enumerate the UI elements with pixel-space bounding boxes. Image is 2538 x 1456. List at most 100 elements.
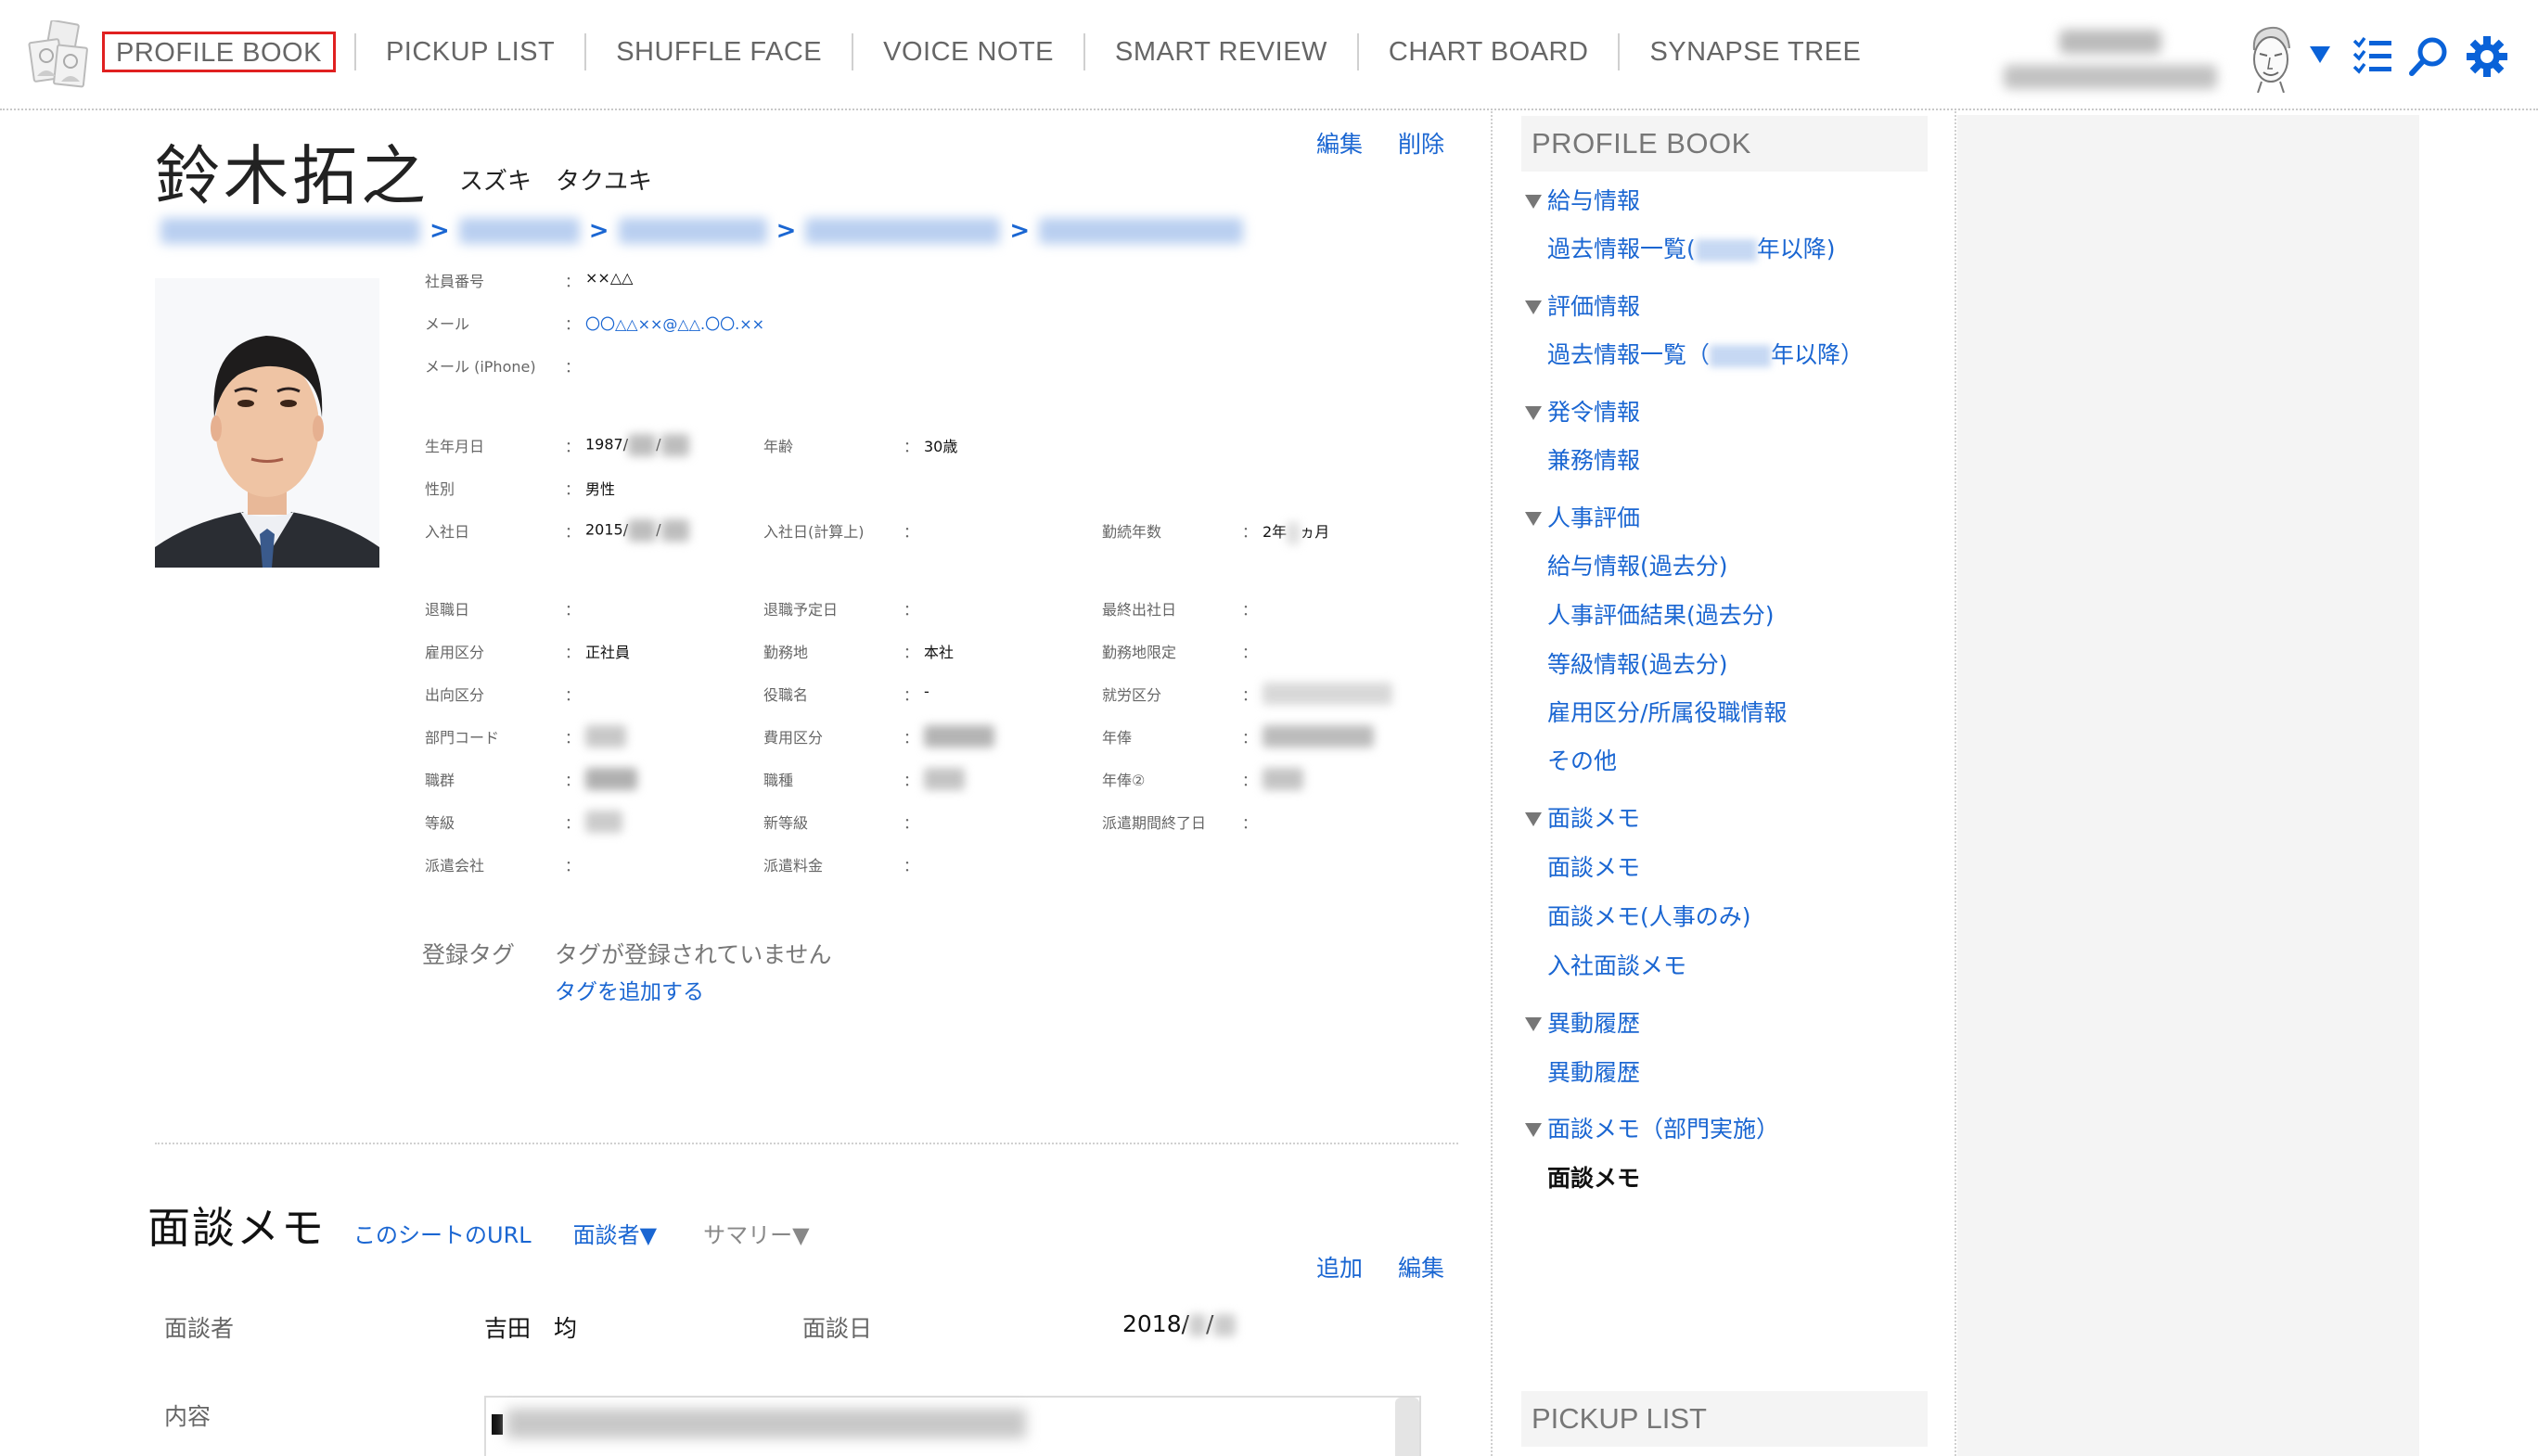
field-label: メール (iPhone) <box>425 358 536 376</box>
side-group-evaluation[interactable]: 評価情報 <box>1521 288 1640 322</box>
field-label: 年俸 <box>1102 729 1133 747</box>
delete-profile-link[interactable]: 削除 <box>1398 131 1444 158</box>
user-menu-caret-icon[interactable] <box>2310 46 2330 63</box>
side-group-salary[interactable]: 給与情報 <box>1521 183 1640 216</box>
field-job-group: 職群 ： <box>425 768 637 790</box>
breadcrumb-item-redacted[interactable] <box>160 218 420 244</box>
sheet-url-link[interactable]: このシートのURL <box>353 1217 532 1249</box>
breadcrumb-item-redacted[interactable] <box>458 218 580 244</box>
column-divider <box>1491 111 1493 1456</box>
field-dispatch-fee: 派遣料金 ： <box>763 853 924 875</box>
field-label: 勤続年数 <box>1102 523 1162 541</box>
collapse-triangle-icon <box>1525 511 1542 526</box>
field-label: メール <box>425 315 470 333</box>
side-item-employment-position[interactable]: 雇用区分/所属役職情報 <box>1547 695 1787 728</box>
side-group-dept-interview-memo[interactable]: 面談メモ（部門実施） <box>1521 1111 1779 1144</box>
interview-date-label: 面談日 <box>802 1315 873 1342</box>
nav-smart-review[interactable]: SMART REVIEW <box>1104 32 1339 72</box>
nav-profile-book[interactable]: PROFILE BOOK <box>102 32 336 72</box>
side-item-concurrent-post[interactable]: 兼務情報 <box>1547 442 1640 476</box>
field-value-redacted <box>924 768 965 790</box>
checklist-icon[interactable] <box>2352 35 2394 78</box>
nav-synapse-tree[interactable]: SYNAPSE TREE <box>1638 32 1872 72</box>
employee-photo <box>155 278 379 568</box>
nav-chart-board[interactable]: CHART BOARD <box>1378 32 1600 72</box>
field-label: 出向区分 <box>425 686 485 704</box>
edit-profile-link[interactable]: 編集 <box>1316 131 1363 158</box>
main-nav: PROFILE BOOK PICKUP LIST SHUFFLE FACE VO… <box>102 32 1872 72</box>
side-group-appointment[interactable]: 発令情報 <box>1521 394 1640 428</box>
field-employment-type: 雇用区分 ： 正社員 <box>425 640 630 662</box>
field-retire-plan: 退職予定日 ： <box>763 597 924 619</box>
nav-pickup-list[interactable]: PICKUP LIST <box>375 32 566 72</box>
nav-divider <box>852 33 854 70</box>
side-item-evaluation-history[interactable]: 過去情報一覧（ 年以降） <box>1547 337 1864 370</box>
user-avatar-icon[interactable] <box>2245 22 2297 93</box>
tags-empty-text: タグが登録されていません <box>555 941 832 968</box>
column-divider <box>1955 111 1956 1456</box>
memo-bullet <box>492 1414 503 1435</box>
field-dept-code: 部門コード ： <box>425 725 626 747</box>
field-value: ××△△ <box>585 269 634 287</box>
search-icon[interactable] <box>2407 35 2450 78</box>
side-item-salary-history[interactable]: 過去情報一覧(年以降) <box>1547 231 1836 264</box>
add-tag-link[interactable]: タグを追加する <box>555 974 704 1005</box>
field-email: メール ： 〇〇△△××@△△.〇〇.×× <box>425 312 764 334</box>
nav-voice-note[interactable]: VOICE NOTE <box>872 32 1065 72</box>
side-item-interview-memo-hr[interactable]: 面談メモ(人事のみ) <box>1547 899 1751 932</box>
field-dispatch-company: 派遣会社 ： <box>425 853 585 875</box>
edit-memo-link[interactable]: 編集 <box>1398 1255 1444 1282</box>
field-label: 入社日 <box>425 523 470 541</box>
field-value-redacted <box>585 811 622 833</box>
side-item-onboarding-memo[interactable]: 入社面談メモ <box>1547 948 1686 981</box>
side-item-dept-interview-memo-current[interactable]: 面談メモ <box>1547 1160 1640 1194</box>
side-item-salary-past[interactable]: 給与情報(過去分) <box>1547 548 1728 581</box>
side-group-transfer-history[interactable]: 異動履歴 <box>1521 1005 1640 1039</box>
field-value: 30歳 <box>924 438 958 455</box>
nav-divider <box>1356 33 1359 70</box>
breadcrumb-item-redacted[interactable] <box>618 218 767 244</box>
side-item-transfer-history[interactable]: 異動履歴 <box>1547 1054 1640 1088</box>
side-group-hr-evaluation[interactable]: 人事評価 <box>1521 500 1640 533</box>
side-item-other[interactable]: その他 <box>1547 743 1617 776</box>
memo-content-box[interactable] <box>484 1396 1421 1456</box>
field-value: 正社員 <box>585 644 631 661</box>
breadcrumb-item-redacted[interactable] <box>805 218 1001 244</box>
breadcrumb-item-redacted[interactable] <box>1039 218 1244 244</box>
section-divider <box>155 1143 1458 1144</box>
interviewer-filter-dropdown[interactable]: 面談者▼ <box>573 1217 657 1249</box>
collapse-triangle-icon <box>1525 811 1542 826</box>
right-panel <box>1957 115 2419 1456</box>
field-label: 派遣期間終了日 <box>1102 814 1207 832</box>
collapse-triangle-icon <box>1525 1016 1542 1031</box>
summary-filter-dropdown[interactable]: サマリー▼ <box>703 1217 809 1249</box>
field-label: 最終出社日 <box>1102 601 1177 619</box>
pickup-list-header[interactable]: PICKUP LIST <box>1521 1391 1928 1447</box>
field-label: 性別 <box>425 480 455 498</box>
side-item-interview-memo[interactable]: 面談メモ <box>1547 849 1640 883</box>
nav-shuffle-face[interactable]: SHUFFLE FACE <box>605 32 833 72</box>
gear-icon[interactable] <box>2466 35 2508 78</box>
side-item-grade-past[interactable]: 等級情報(過去分) <box>1547 646 1728 680</box>
collapse-triangle-icon <box>1525 405 1542 420</box>
breadcrumb-separator: > <box>588 217 609 245</box>
add-memo-link[interactable]: 追加 <box>1316 1255 1363 1282</box>
collapse-triangle-icon <box>1525 1122 1542 1137</box>
side-group-interview-memo[interactable]: 面談メモ <box>1521 800 1640 834</box>
employee-name-kana: スズキ タクユキ <box>459 168 653 196</box>
side-item-eval-result-past[interactable]: 人事評価結果(過去分) <box>1547 597 1775 631</box>
field-email-iphone: メール (iPhone) ： <box>425 354 585 377</box>
email-link[interactable]: 〇〇△△××@△△.〇〇.×× <box>585 312 764 334</box>
field-grade: 等級 ： <box>425 811 622 833</box>
profile-book-logo-icon[interactable] <box>28 20 91 91</box>
profile-actions: 編集 削除 <box>1288 126 1444 160</box>
memo-content-scrollbar[interactable] <box>1395 1398 1419 1456</box>
field-value: 本社 <box>924 644 955 661</box>
interview-date-value: 2018// <box>1122 1310 1237 1337</box>
field-value-redacted <box>585 768 637 790</box>
field-value-redacted <box>1263 683 1392 705</box>
field-work-type: 就労区分 ： <box>1102 683 1392 705</box>
content-label: 内容 <box>164 1403 212 1430</box>
field-last-day: 最終出社日 ： <box>1102 597 1263 619</box>
field-birthdate: 生年月日 ： 1987// <box>425 434 689 456</box>
